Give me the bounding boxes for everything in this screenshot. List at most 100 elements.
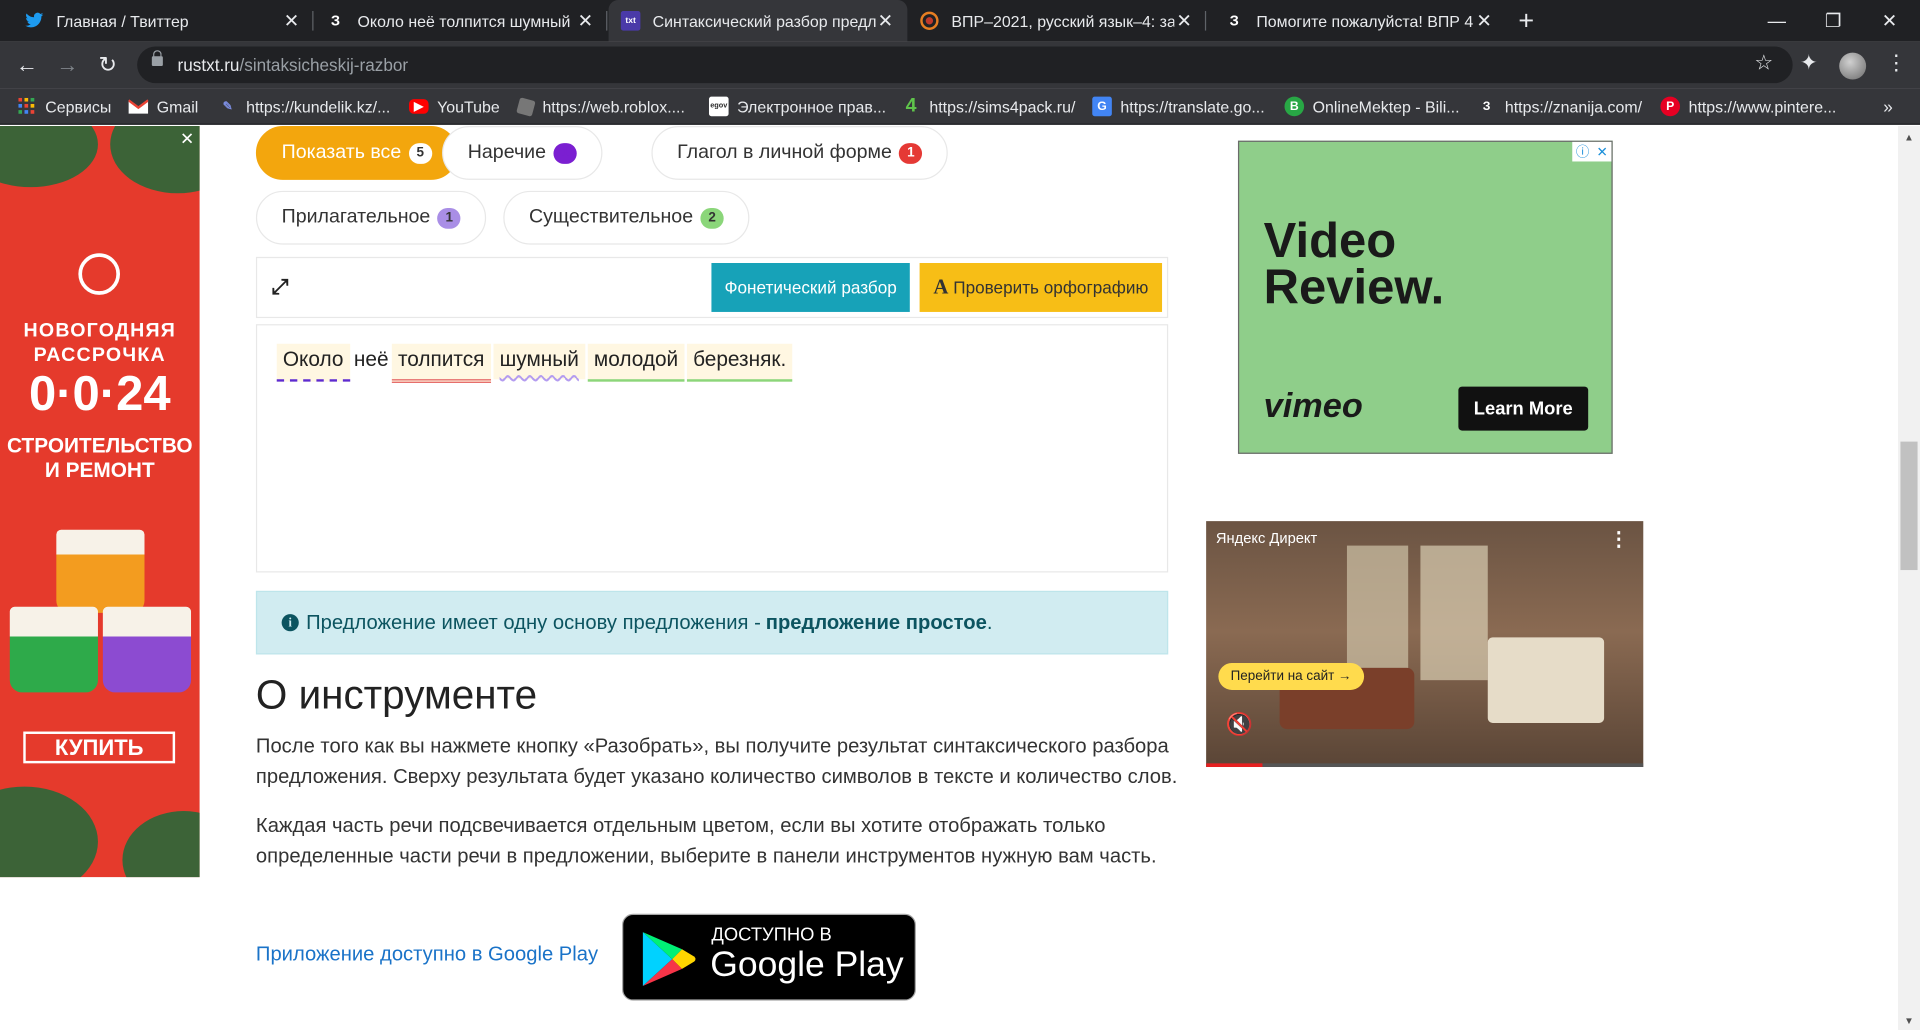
filter-show-all[interactable]: Показать все 5 — [255, 125, 458, 180]
close-ad-icon[interactable]: ✕ — [180, 128, 194, 149]
ad-promo: 0·0·24 — [29, 366, 171, 421]
ad-line-3: СТРОИТЕЛЬСТВО — [7, 434, 193, 458]
filter-verb[interactable]: Глагол в личной форме 1 — [651, 125, 949, 180]
bookmark-egov[interactable]: egov Электронное прав... — [708, 95, 886, 117]
bookmark-kundelik[interactable]: ✎ https://kundelik.kz/... — [218, 95, 391, 117]
znanija-icon: З — [1482, 99, 1491, 114]
learn-more-button[interactable]: Learn More — [1458, 386, 1589, 431]
count-badge: 2 — [700, 207, 724, 229]
vpr-icon — [920, 11, 940, 31]
znanija-icon: З — [330, 12, 341, 30]
count-badge: 5 — [408, 142, 432, 164]
tab-twitter[interactable]: Главная / Твиттер ✕ — [12, 0, 314, 42]
bookmark-star-icon[interactable]: ☆ — [1754, 51, 1773, 75]
spell-check-button[interactable]: A Проверить орфографию — [919, 263, 1163, 312]
yandex-direct-video-ad[interactable]: Яндекс Директ ⋮ Перейти на сайт → 🔇 — [1206, 521, 1644, 768]
badge-line-2: Google Play — [710, 945, 904, 985]
info-icon: i — [281, 614, 299, 632]
filter-adjective[interactable]: Прилагательное 1 — [255, 190, 487, 245]
menu-dots-icon[interactable]: ⋮ — [1886, 51, 1907, 75]
more-options-icon[interactable]: ⋮ — [1609, 527, 1629, 551]
adchoices-icon[interactable]: ⓘ ✕ — [1572, 141, 1612, 162]
about-paragraph-2: Каждая часть речи подсвечивается отдельн… — [255, 814, 1157, 868]
scroll-up-icon[interactable]: ▲ — [1904, 132, 1914, 143]
word-verb: толпится — [391, 343, 491, 383]
left-banner-ad[interactable]: ✕ НОВОГОДНЯЯ РАССРОЧКА 0·0·24 СТРОИТЕЛЬС… — [0, 125, 200, 878]
apps-icon — [17, 97, 37, 117]
kundelik-icon: ✎ — [222, 99, 233, 114]
filter-noun[interactable]: Существительное 2 — [503, 190, 750, 245]
tab-title: Помогите пожалуйста! ВПР 4 класс — [1256, 11, 1474, 30]
page-content: ✕ НОВОГОДНЯЯ РАССРОЧКА 0·0·24 СТРОИТЕЛЬС… — [0, 125, 1898, 1030]
muted-speaker-icon[interactable]: 🔇 — [1226, 712, 1253, 738]
back-button[interactable]: ← — [11, 49, 43, 81]
bookmark-onlinemektep[interactable]: B OnlineMektep - Bili... — [1284, 95, 1460, 117]
new-tab-button[interactable]: + — [1518, 5, 1534, 37]
rustxt-icon: txt — [620, 11, 641, 31]
bookmark-label: https://web.roblox.... — [542, 97, 685, 116]
google-play-badge[interactable]: ДОСТУПНО В Google Play — [622, 913, 916, 1001]
bookmark-label: https://sims4pack.ru/ — [929, 97, 1076, 116]
tab-title: ВПР–2021, русский язык–4: задания — [951, 11, 1174, 30]
scrollbar-thumb[interactable] — [1900, 441, 1918, 571]
paint-bucket-image — [56, 529, 145, 613]
expand-icon[interactable]: ⤢ — [272, 275, 289, 299]
address-bar[interactable]: rustxt.ru/sintaksicheskij-razbor ☆ — [137, 46, 1793, 84]
bookmark-sims4pack[interactable]: 4 https://sims4pack.ru/ — [901, 95, 1076, 117]
window-close-button[interactable]: ✕ — [1861, 0, 1917, 42]
tab-title: Около неё толпится шумный молодой березн… — [357, 11, 576, 30]
forward-button[interactable]: → — [51, 49, 83, 81]
tab-rustxt[interactable]: txt Синтаксический разбор предложения ✕ — [608, 0, 908, 42]
tab-znanija-2[interactable]: З Помогите пожалуйста! ВПР 4 класс ✕ — [1212, 0, 1506, 42]
video-progress-fill — [1206, 763, 1263, 768]
onlinemektep-icon: B — [1284, 96, 1305, 117]
more-bookmarks-icon[interactable]: » — [1883, 95, 1893, 117]
bookmark-label: Gmail — [156, 97, 199, 116]
bookmark-roblox[interactable]: https://web.roblox.... — [516, 95, 685, 117]
go-to-site-button[interactable]: Перейти на сайт → — [1218, 663, 1364, 690]
ad-line-1: НОВОГОДНЯЯ — [23, 320, 177, 342]
about-heading: О инструменте — [255, 671, 538, 717]
vimeo-logo: vimeo — [1263, 386, 1363, 425]
phonetic-analysis-button[interactable]: Фонетический разбор — [711, 263, 910, 312]
close-icon[interactable]: ✕ — [1174, 10, 1194, 32]
tab-title: Главная / Твиттер — [56, 11, 189, 30]
close-icon[interactable]: ✕ — [1474, 10, 1494, 32]
bookmark-pinterest[interactable]: P https://www.pintere... — [1660, 95, 1836, 117]
ad-line-2: РАССРОЧКА — [33, 344, 166, 366]
close-icon[interactable]: ✕ — [876, 10, 896, 32]
buy-button[interactable]: КУПИТЬ — [23, 731, 176, 764]
restore-button[interactable]: ❐ — [1805, 0, 1861, 42]
tab-vpr[interactable]: ВПР–2021, русский язык–4: задания ✕ — [907, 0, 1207, 42]
google-play-link[interactable]: Приложение доступно в Google Play — [256, 943, 598, 966]
word-adjective: шумный — [493, 343, 586, 380]
bookmark-label: https://translate.go... — [1120, 97, 1265, 116]
close-icon[interactable]: ✕ — [576, 10, 596, 32]
scroll-down-icon[interactable]: ▼ — [1904, 1015, 1914, 1026]
extensions-icon[interactable]: ✦ — [1800, 51, 1817, 75]
tab-znanija-1[interactable]: З Около неё толпится шумный молодой бере… — [313, 0, 608, 42]
badge-line-1: ДОСТУПНО В — [711, 924, 832, 946]
minimize-button[interactable]: — — [1749, 0, 1805, 42]
bookmark-translate[interactable]: G https://translate.go... — [1092, 95, 1265, 117]
ad-label: Яндекс Директ — [1215, 529, 1318, 547]
bookmark-gmail[interactable]: Gmail — [128, 95, 199, 117]
profile-avatar[interactable] — [1839, 52, 1867, 80]
bookmark-label: YouTube — [437, 97, 500, 116]
bookmark-znanija[interactable]: З https://znanija.com/ — [1477, 95, 1642, 117]
roblox-icon — [516, 96, 536, 117]
reload-button[interactable]: ↻ — [92, 49, 124, 81]
bookmark-services[interactable]: Сервисы — [17, 95, 111, 117]
word-noun: березняк. — [686, 343, 793, 382]
page-scrollbar[interactable]: ▲ ▼ — [1897, 125, 1920, 1030]
vimeo-ad[interactable]: ⓘ ✕ Video Review. vimeo Learn More — [1237, 140, 1613, 454]
about-paragraph-1: После того как вы нажмете кнопку «Разобр… — [255, 735, 1178, 788]
translate-icon: G — [1092, 96, 1112, 117]
close-icon[interactable]: ✕ — [282, 10, 302, 32]
count-badge: 1 — [437, 207, 461, 229]
bookmark-youtube[interactable]: ▶ YouTube — [408, 95, 500, 117]
spell-check-icon: A — [933, 275, 949, 299]
egov-icon: egov — [708, 96, 729, 117]
filter-adverb[interactable]: Наречие 1 — [442, 125, 603, 180]
video-progress-bar[interactable] — [1206, 763, 1644, 768]
